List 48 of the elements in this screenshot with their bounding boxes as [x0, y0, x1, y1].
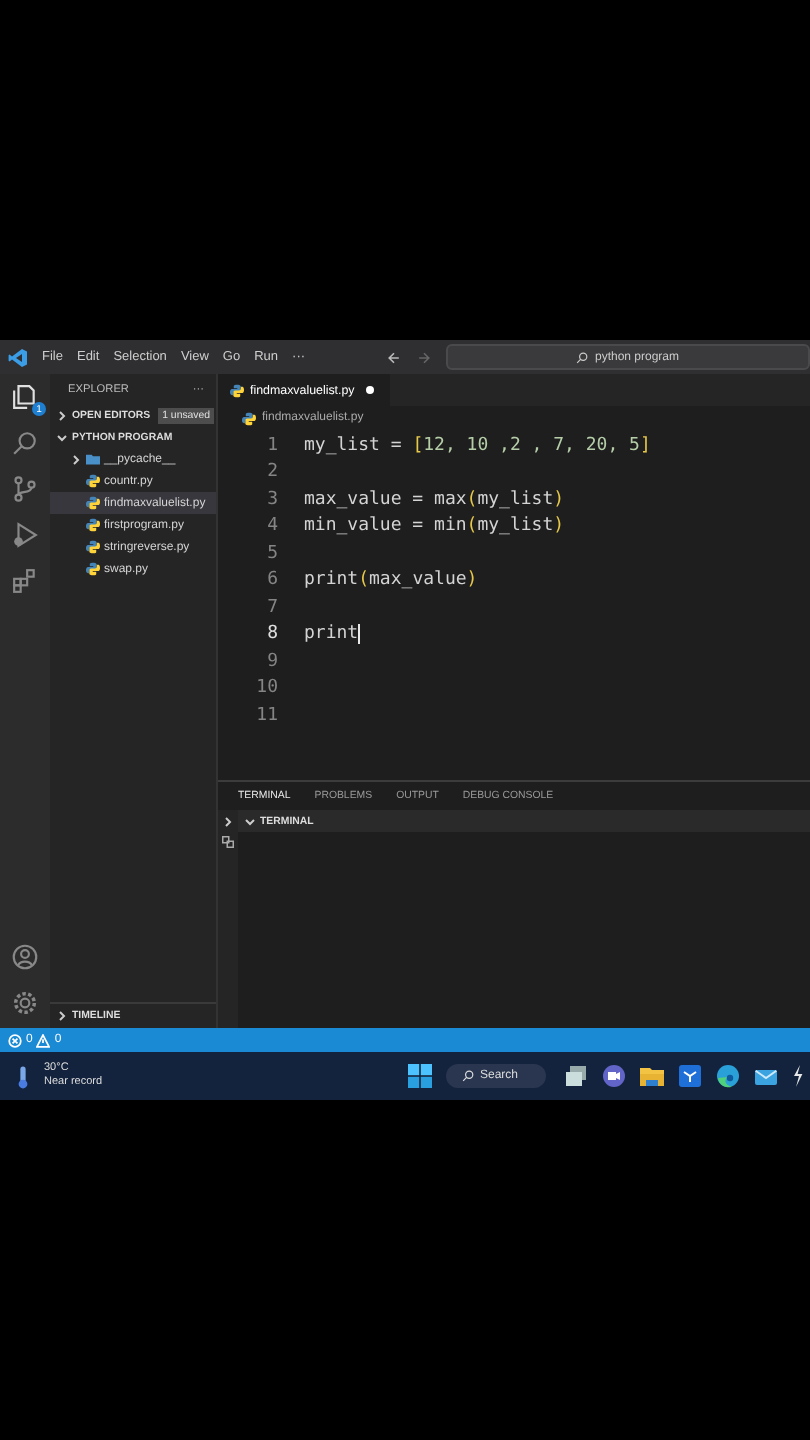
store-icon[interactable]	[678, 1064, 702, 1088]
terminal-split-icon[interactable]	[222, 836, 234, 848]
task-view-icon[interactable]	[564, 1064, 588, 1088]
thermometer-icon[interactable]	[16, 1063, 30, 1089]
python-file-icon	[86, 540, 100, 554]
search-icon	[576, 351, 589, 363]
source-control-icon[interactable]	[12, 476, 38, 502]
mail-icon[interactable]	[754, 1064, 778, 1088]
app-icon[interactable]	[792, 1064, 804, 1088]
warning-icon[interactable]	[36, 1033, 51, 1047]
app-logo-icon	[8, 347, 28, 367]
chevron-icon[interactable]	[222, 816, 234, 828]
line-number: 3	[265, 489, 280, 510]
line-number: 11	[254, 705, 280, 726]
code-line: print	[304, 624, 359, 645]
code-line: min_value = min(my_list)	[304, 516, 565, 537]
python-file-icon	[86, 474, 100, 488]
python-file-icon	[242, 411, 256, 425]
extensions-icon[interactable]	[12, 568, 38, 594]
line-number: 10	[254, 678, 280, 699]
settings-icon[interactable]	[12, 990, 38, 1016]
line-number: 6	[265, 570, 280, 591]
line-number: 1	[265, 435, 280, 456]
line-number: 5	[265, 543, 280, 564]
video-call-icon[interactable]	[602, 1064, 626, 1088]
account-icon[interactable]	[12, 944, 38, 970]
files-icon[interactable]	[12, 384, 38, 410]
python-file-icon	[86, 496, 100, 510]
code-line: max_value = max(my_list)	[304, 489, 565, 510]
code-line: print(max_value)	[304, 570, 478, 591]
python-file-icon	[86, 518, 100, 532]
folder-icon	[86, 452, 100, 466]
python-file-icon	[230, 383, 244, 397]
start-icon[interactable]	[407, 1064, 432, 1088]
search-icon[interactable]	[12, 430, 38, 456]
search-icon	[461, 1070, 474, 1082]
line-number: 4	[265, 516, 280, 537]
line-number: 7	[265, 597, 280, 618]
line-number: 8	[265, 624, 280, 645]
back-arrow-icon[interactable]	[386, 349, 402, 365]
folder-icon[interactable]	[640, 1064, 664, 1088]
line-number: 2	[265, 462, 280, 483]
run-debug-icon[interactable]	[12, 522, 38, 548]
python-file-icon	[86, 562, 100, 576]
line-number: 9	[265, 651, 280, 672]
error-icon[interactable]	[8, 1033, 22, 1047]
code-line: my_list = [12, 10 ,2 , 7, 20, 5]	[304, 435, 651, 456]
browser-icon[interactable]	[716, 1064, 740, 1088]
